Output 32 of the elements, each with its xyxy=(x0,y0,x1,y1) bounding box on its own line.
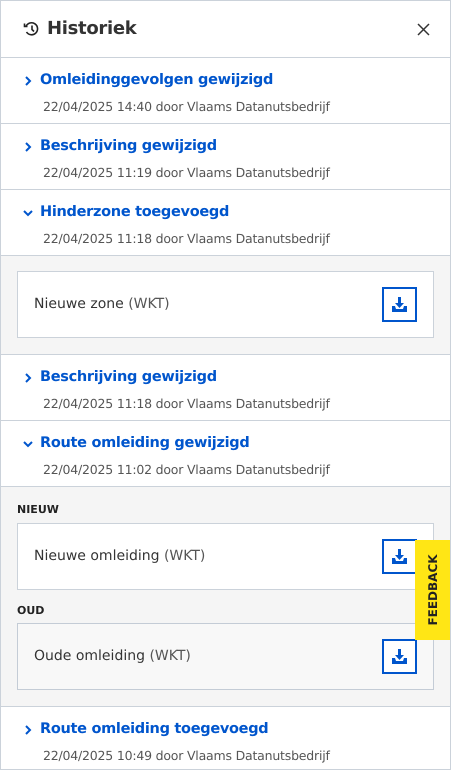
chevron-down-icon xyxy=(23,440,33,448)
chevron-right-icon xyxy=(23,724,33,735)
panel-title: Historiek xyxy=(47,18,136,40)
chevron-right-icon xyxy=(23,142,33,152)
entry-toggle[interactable]: Beschrijving gewijzigd xyxy=(23,367,217,389)
download-icon xyxy=(391,649,408,664)
download-icon xyxy=(391,548,408,564)
entry-toggle[interactable]: Hinderzone toegevoegd xyxy=(23,202,230,224)
section-heading: NIEUW xyxy=(17,502,60,518)
feedback-tab[interactable]: FEEDBACK xyxy=(415,540,450,640)
file-label: Oude omleiding (WKT) xyxy=(34,647,191,666)
chevron-right-icon xyxy=(23,76,33,86)
chevron-right-icon xyxy=(23,372,33,383)
file-label: Nieuwe omleiding (WKT) xyxy=(34,546,206,566)
entry-meta: 22/04/2025 11:18 door Vlaams Datanutsbedrijf xyxy=(43,394,332,413)
entry-meta: 22/04/2025 11:02 door Vlaams Datanutsbedrijf xyxy=(43,460,332,479)
chevron-down-icon xyxy=(23,208,33,217)
history-icon xyxy=(23,21,39,37)
download-button[interactable] xyxy=(382,538,417,574)
entry-meta: 22/04/2025 10:49 door Vlaams Datanutsbedrijf xyxy=(43,746,332,765)
download-button[interactable] xyxy=(382,287,417,322)
entry-meta: 22/04/2025 11:18 door Vlaams Datanutsbedrijf xyxy=(43,230,332,248)
entry-toggle[interactable]: Route omleiding gewijzigd xyxy=(23,433,250,455)
entry-toggle[interactable]: Beschrijving gewijzigd xyxy=(23,136,217,158)
entry-meta: 22/04/2025 11:19 door Vlaams Datanutsbedrijf xyxy=(43,164,332,182)
download-button[interactable] xyxy=(382,639,417,674)
entry-toggle[interactable]: Omleidinggevolgen gewijzigd xyxy=(23,70,274,92)
download-icon xyxy=(391,297,408,312)
entry-toggle[interactable]: Route omleiding toegevoegd xyxy=(23,719,268,741)
file-label: Nieuwe zone (WKT) xyxy=(34,295,170,314)
entry-meta: 22/04/2025 14:40 door Vlaams Datanutsbedrijf xyxy=(43,98,332,116)
close-button[interactable] xyxy=(417,22,430,36)
